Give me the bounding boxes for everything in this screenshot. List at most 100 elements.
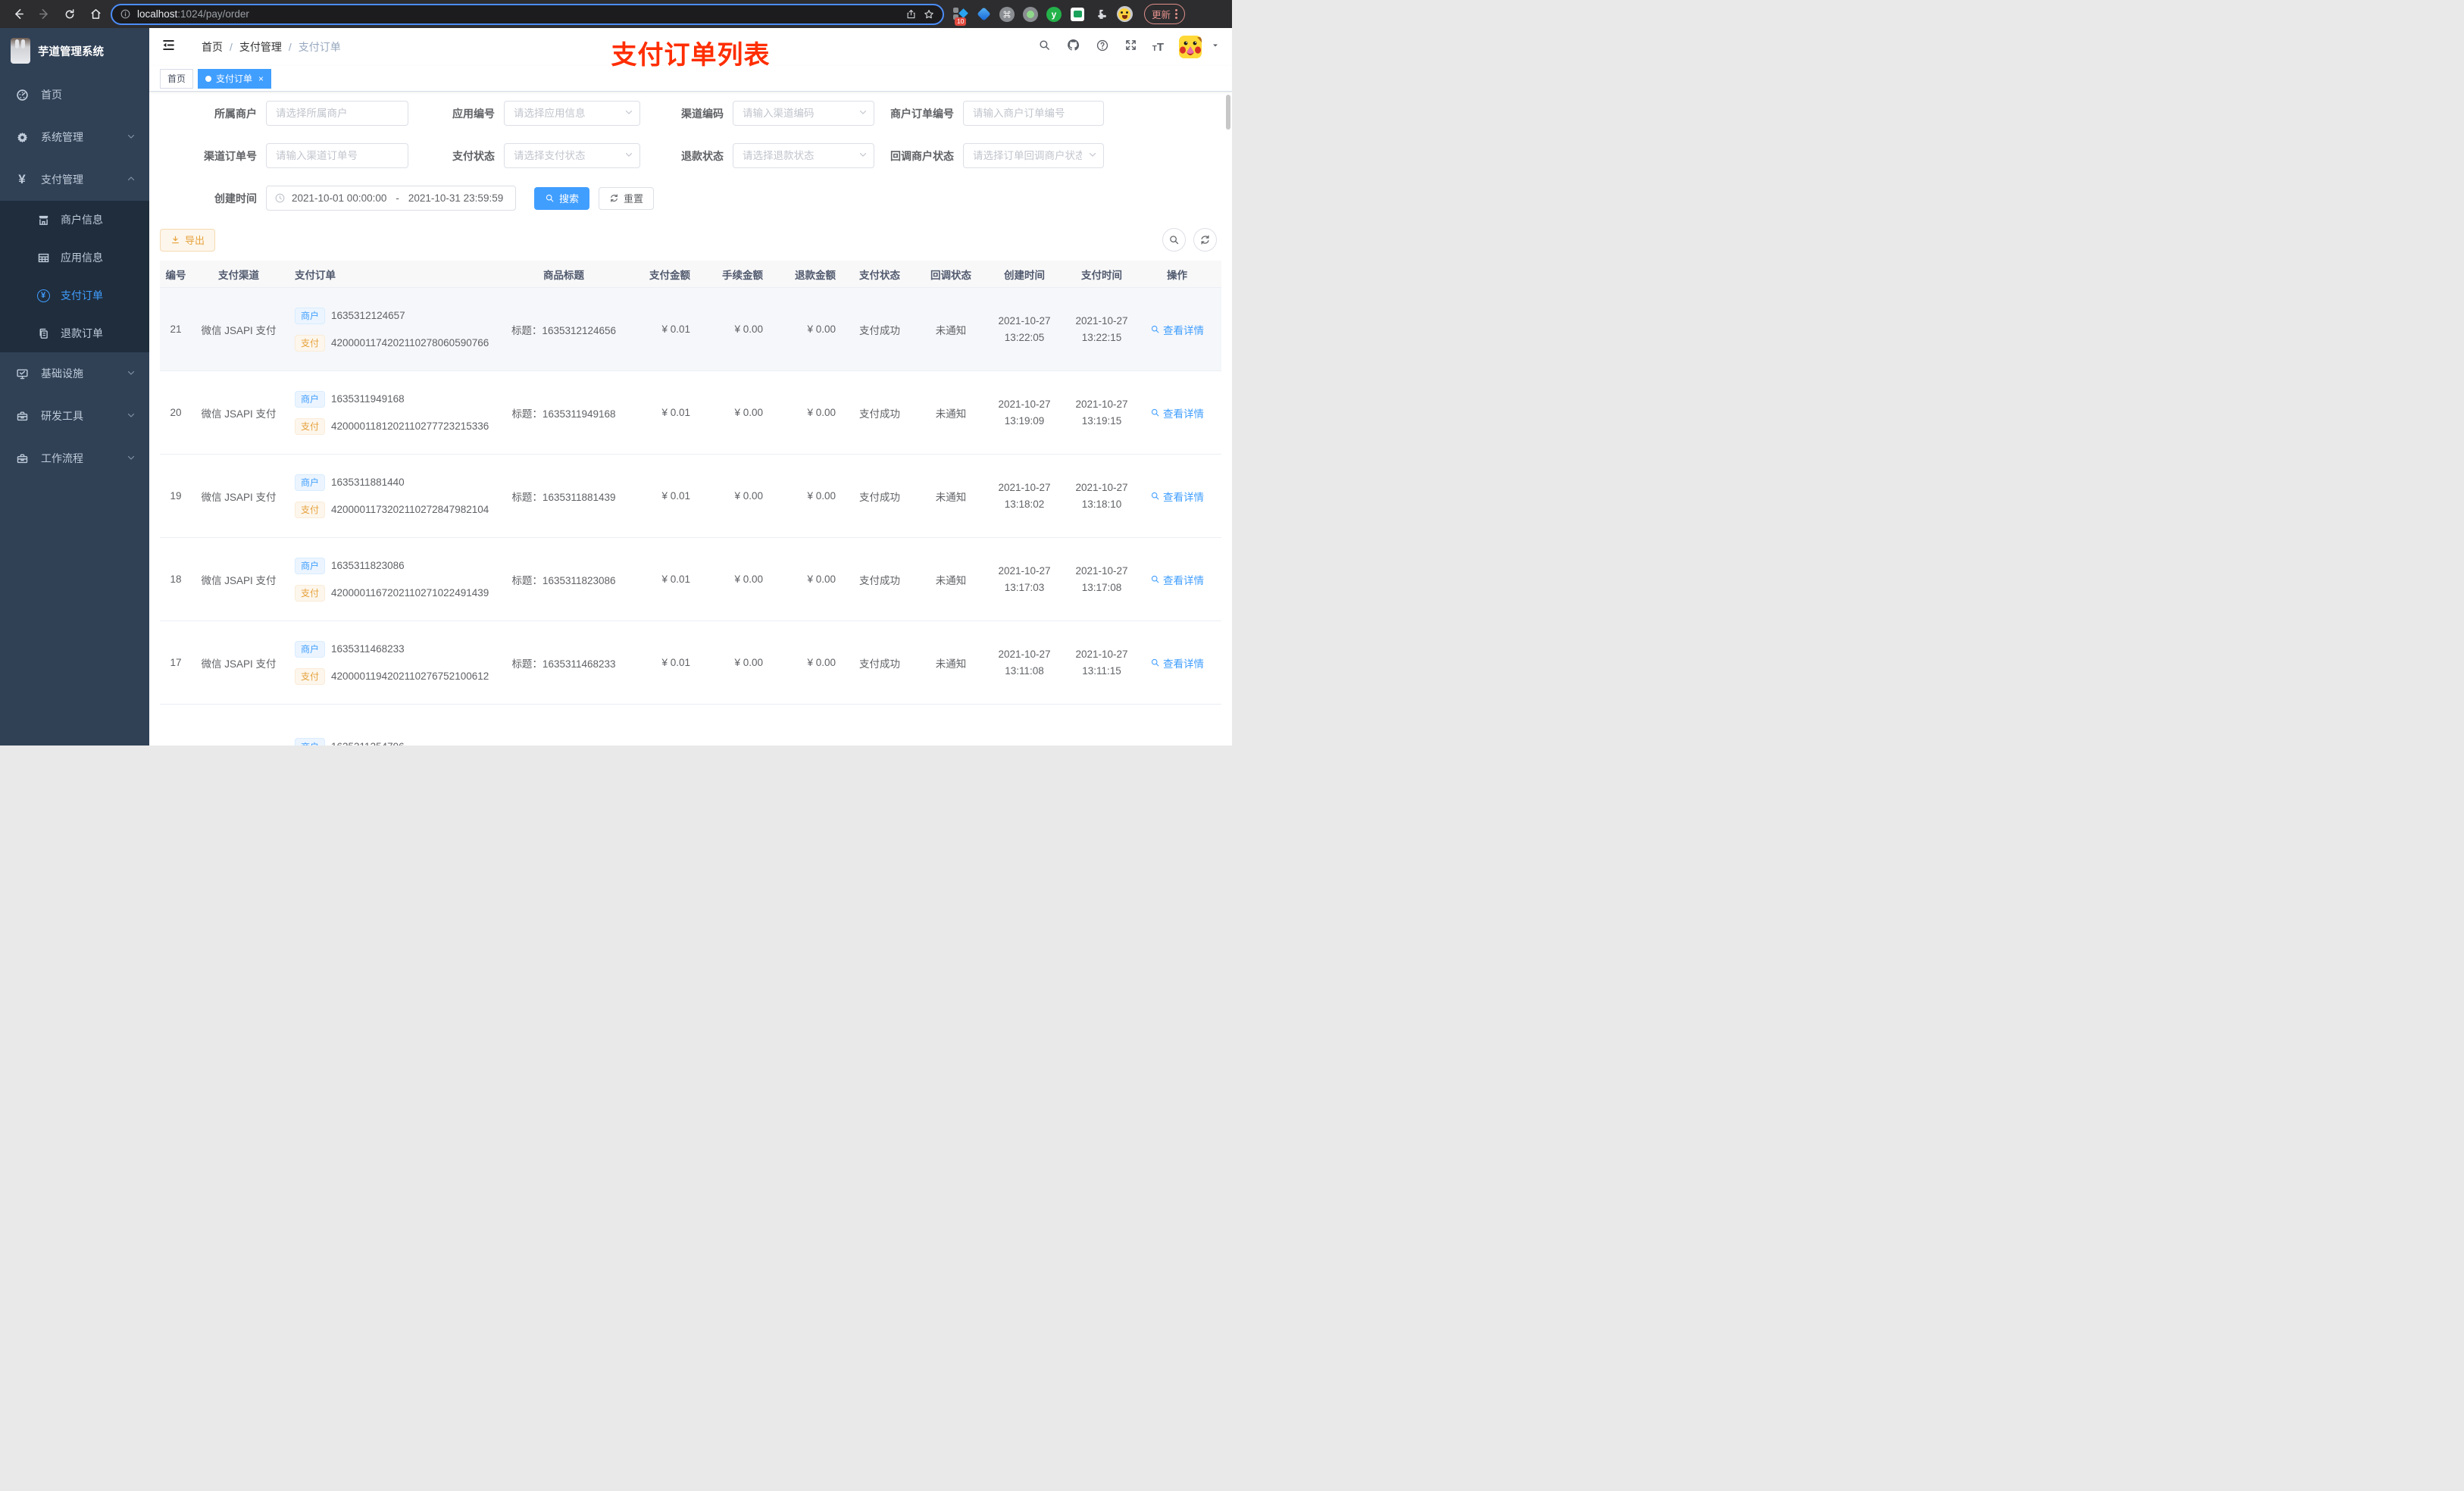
search-button[interactable]: 搜索 bbox=[534, 186, 590, 210]
filter-channel-order-no: 渠道订单号 bbox=[160, 143, 408, 168]
cell-create-date: 2021-10-27 bbox=[998, 648, 1051, 660]
view-detail-link[interactable]: 查看详情 bbox=[1150, 405, 1204, 420]
address-bar[interactable]: localhost:1024/pay/order bbox=[111, 3, 944, 25]
sidebar-item-refund-order[interactable]: 退款订单 bbox=[0, 314, 149, 352]
sidebar-item-app-info[interactable]: 应用信息 bbox=[0, 239, 149, 277]
filter-create-time: 创建时间 2021-10-01 00:00:00 - 2021-10-31 23… bbox=[160, 186, 516, 211]
cell-refund: ¥ 0.00 bbox=[807, 574, 836, 585]
browser-reload-button[interactable] bbox=[59, 4, 80, 25]
sidebar-item-label: 研发工具 bbox=[41, 410, 83, 422]
reset-button[interactable]: 重置 bbox=[599, 186, 655, 210]
help-icon[interactable] bbox=[1096, 39, 1109, 56]
browser-back-button[interactable] bbox=[8, 4, 29, 25]
cell-create-date: 2021-10-27 bbox=[998, 481, 1051, 493]
extension-chat-icon[interactable] bbox=[1069, 6, 1086, 23]
tab-home[interactable]: 首页 bbox=[160, 68, 194, 89]
view-detail-label: 查看详情 bbox=[1163, 574, 1204, 586]
browser-profile-avatar[interactable] bbox=[1116, 6, 1133, 23]
merchant-order-no: 1635312124657 bbox=[331, 310, 405, 321]
toggle-search-button[interactable] bbox=[1162, 228, 1186, 252]
extension-y-icon[interactable]: y bbox=[1046, 6, 1062, 23]
sidebar-item-label: 首页 bbox=[41, 89, 62, 101]
sidebar-item-payment[interactable]: ¥ 支付管理 bbox=[0, 158, 149, 201]
font-size-icon[interactable]: TT bbox=[1152, 41, 1164, 54]
extension-tag-manager-icon[interactable]: 10 bbox=[952, 6, 968, 26]
sidebar-item-infrastructure[interactable]: 基础设施 bbox=[0, 352, 149, 395]
sidebar-item-dev-tools[interactable]: 研发工具 bbox=[0, 395, 149, 437]
sidebar-item-workflow[interactable]: 工作流程 bbox=[0, 437, 149, 480]
sidebar-item-home[interactable]: 首页 bbox=[0, 73, 149, 116]
view-detail-link[interactable]: 查看详情 bbox=[1150, 655, 1204, 670]
extension-gem-icon[interactable] bbox=[975, 6, 992, 23]
breadcrumb-payment[interactable]: 支付管理 bbox=[239, 39, 282, 55]
scrollbar-thumb[interactable] bbox=[1226, 95, 1230, 130]
share-icon[interactable] bbox=[905, 8, 917, 20]
pay-status-select[interactable] bbox=[504, 143, 640, 168]
pay-tag: 支付 bbox=[295, 584, 326, 602]
channel-order-no: 4200001173202110272847982104 bbox=[331, 504, 489, 515]
cell-no: 17 bbox=[170, 657, 182, 668]
search-label: 搜索 bbox=[559, 193, 580, 205]
chevron-up-icon bbox=[127, 173, 136, 186]
breadcrumb-current: 支付订单 bbox=[298, 41, 341, 53]
filter-label: 应用编号 bbox=[452, 107, 495, 120]
table-row: 21 微信 JSAPI 支付 商户 1635312124657 支付 4200001… bbox=[160, 288, 1221, 371]
caret-down-icon[interactable] bbox=[1211, 40, 1220, 54]
cell-create-date: 2021-10-27 bbox=[998, 314, 1051, 327]
grid-icon bbox=[36, 252, 50, 264]
browser-forward-button[interactable] bbox=[33, 4, 55, 25]
notify-status-select[interactable] bbox=[963, 143, 1104, 168]
app-no-select[interactable] bbox=[504, 101, 640, 126]
active-dot-icon bbox=[205, 75, 212, 82]
cell-pay-date: 2021-10-27 bbox=[1075, 481, 1128, 493]
extensions-puzzle-icon[interactable] bbox=[1093, 6, 1109, 23]
date-range-picker[interactable]: 2021-10-01 00:00:00 - 2021-10-31 23:59:5… bbox=[266, 186, 516, 211]
tab-pay-order[interactable]: 支付订单 × bbox=[198, 68, 272, 89]
table-header-row: 编号 支付渠道 支付订单 商品标题 支付金额 手续金额 退款金额 支付状态 回调… bbox=[160, 261, 1221, 288]
merchant-order-no-input[interactable] bbox=[963, 101, 1104, 126]
cell-no: 18 bbox=[170, 574, 182, 585]
cell-pay-date: 2021-10-27 bbox=[1075, 648, 1128, 660]
sidebar-item-pay-order[interactable]: ¥ 支付订单 bbox=[0, 277, 149, 314]
fullscreen-icon[interactable] bbox=[1124, 39, 1137, 55]
sidebar-fold-icon[interactable] bbox=[161, 38, 176, 56]
sidebar-item-system[interactable]: 系统管理 bbox=[0, 116, 149, 158]
cell-pay-status: 支付成功 bbox=[859, 324, 900, 336]
refresh-button[interactable] bbox=[1193, 228, 1217, 252]
avatar[interactable] bbox=[1179, 36, 1202, 58]
cell-pay-time: 13:19:15 bbox=[1081, 414, 1122, 427]
view-detail-link[interactable]: 查看详情 bbox=[1150, 489, 1204, 504]
app-title: 芋道管理系统 bbox=[38, 45, 104, 58]
date-start: 2021-10-01 00:00:00 bbox=[292, 192, 387, 204]
sidebar-item-label: 应用信息 bbox=[61, 252, 103, 264]
menu-dots-icon[interactable] bbox=[1175, 9, 1178, 19]
browser-update-button[interactable]: 更新 bbox=[1144, 4, 1186, 24]
sidebar-item-label: 支付管理 bbox=[41, 173, 83, 186]
refund-status-select[interactable] bbox=[733, 143, 874, 168]
cell-channel: 微信 JSAPI 支付 bbox=[201, 324, 277, 336]
github-icon[interactable] bbox=[1066, 38, 1080, 56]
sidebar-item-merchant-info[interactable]: 商户信息 bbox=[0, 201, 149, 239]
breadcrumb-separator: / bbox=[230, 41, 233, 53]
browser-home-button[interactable] bbox=[85, 4, 106, 25]
bookmark-star-icon[interactable] bbox=[923, 8, 935, 20]
cell-amount: ¥ 0.01 bbox=[661, 407, 690, 418]
merchant-input[interactable] bbox=[266, 101, 408, 126]
channel-code-select[interactable] bbox=[733, 101, 874, 126]
extension-command-icon[interactable] bbox=[999, 6, 1015, 23]
close-icon[interactable]: × bbox=[258, 73, 264, 84]
sidebar-logo[interactable]: 芋道管理系统 bbox=[0, 28, 149, 73]
view-detail-link[interactable]: 查看详情 bbox=[1150, 322, 1204, 337]
export-button[interactable]: 导出 bbox=[160, 228, 216, 252]
channel-order-no-input[interactable] bbox=[266, 143, 408, 168]
merchant-tag: 商户 bbox=[295, 307, 326, 324]
extension-record-icon[interactable] bbox=[1022, 6, 1039, 23]
filter-channel-code: 渠道编码 bbox=[640, 101, 874, 126]
cell-no: 21 bbox=[170, 324, 182, 335]
breadcrumb-home[interactable]: 首页 bbox=[202, 39, 223, 55]
site-info-icon[interactable] bbox=[120, 8, 131, 20]
view-detail-link[interactable]: 查看详情 bbox=[1150, 572, 1204, 587]
search-icon[interactable] bbox=[1038, 39, 1051, 55]
table-row-partial: 商户 1635311354796 bbox=[160, 705, 1221, 746]
cell-create-time: 13:17:03 bbox=[1004, 581, 1045, 593]
